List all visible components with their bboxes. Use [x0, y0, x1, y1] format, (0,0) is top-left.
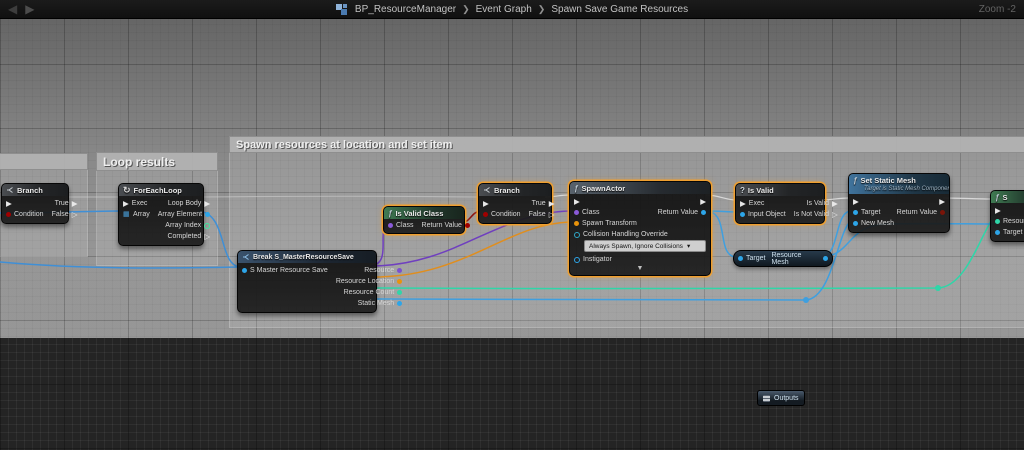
new-mesh-pin[interactable]	[853, 221, 858, 226]
exec-out-pin[interactable]: ▶	[939, 198, 945, 206]
spawn-actor-icon: ƒ	[574, 184, 578, 193]
condition-pin[interactable]	[483, 212, 488, 217]
struct-in-pin[interactable]	[242, 268, 247, 273]
node-is-valid-header: ? Is Valid	[736, 184, 824, 196]
class-pin[interactable]	[388, 223, 393, 228]
node-branch-left[interactable]: Branch ▶ Condition True▶ False▷	[1, 183, 69, 224]
static-mesh-pin[interactable]	[397, 301, 402, 306]
outputs-list-icon	[763, 395, 770, 402]
completed-exec-pin[interactable]: ▷	[204, 233, 210, 241]
collision-override-pin[interactable]	[574, 232, 580, 238]
array-index-pin[interactable]	[204, 223, 210, 229]
class-pin[interactable]	[574, 210, 579, 215]
node-spawn-actor[interactable]: ƒ SpawnActor ▶ ▶ Class Return Value Spaw…	[569, 181, 711, 276]
true-exec-pin[interactable]: ▶	[72, 200, 78, 208]
array-pin[interactable]: ▦	[123, 211, 130, 218]
function-icon: ƒ	[388, 209, 392, 218]
resource-location-pin[interactable]	[397, 279, 402, 284]
node-resource-mesh[interactable]: Target Resource Mesh	[733, 250, 833, 267]
comment-loop-results-title[interactable]: Loop results	[96, 152, 218, 171]
node-is-valid[interactable]: ? Is Valid ▶Exec Input Object Is Valid▶ …	[735, 183, 825, 224]
node-set-static-mesh[interactable]: ƒ Set Static Mesh Target is Static Mesh …	[848, 173, 950, 233]
collision-override-dropdown[interactable]: Always Spawn, Ignore Collisions ▾	[584, 240, 706, 252]
question-icon: ?	[740, 186, 745, 195]
node-spawn-actor-header: ƒ SpawnActor	[570, 182, 710, 194]
zoom-level-indicator: Zoom -2	[979, 0, 1016, 18]
input-object-pin[interactable]	[740, 212, 745, 217]
instigator-pin[interactable]	[574, 257, 580, 263]
target-pin[interactable]	[738, 256, 743, 261]
exec-in-pin[interactable]: ▶	[6, 200, 12, 208]
blueprint-graph-canvas[interactable]: Loop results Spawn resources at location…	[0, 0, 1024, 450]
node-foreachloop[interactable]: ↻ ForEachLoop ▶Exec ▦Array Loop Body▶ Ar…	[118, 183, 204, 246]
resource-count-pin[interactable]	[397, 290, 402, 295]
target-pin[interactable]	[853, 210, 858, 215]
graph-topbar: ◀ ▶ BP_ResourceManager ❯ Event Graph ❯ S…	[0, 0, 1024, 19]
back-arrow-icon[interactable]: ◀	[8, 3, 17, 15]
blueprint-icon	[336, 4, 347, 15]
breadcrumb-root[interactable]: BP_ResourceManager	[355, 4, 456, 15]
comment-left-header[interactable]	[0, 153, 88, 170]
node-branch-mid-header: Branch	[479, 184, 551, 196]
spawn-transform-pin[interactable]	[574, 221, 579, 226]
node-right-partial[interactable]: ƒ S ▶ Resourc Target	[990, 190, 1024, 242]
return-value-pin[interactable]	[940, 210, 945, 215]
exec-in-pin[interactable]: ▶	[853, 198, 859, 206]
false-exec-pin[interactable]: ▷	[72, 211, 78, 219]
exec-in-pin[interactable]: ▶	[483, 200, 489, 208]
node-right-partial-header: ƒ S	[991, 191, 1024, 203]
break-struct-icon	[242, 253, 250, 261]
exec-in-pin[interactable]: ▶	[995, 207, 1001, 215]
node-break-struct[interactable]: Break S_MasterResourceSave S Master Reso…	[237, 250, 377, 313]
chevron-down-icon: ▾	[687, 242, 690, 250]
node-is-valid-class-header: ƒ Is Valid Class	[384, 207, 464, 219]
node-outputs[interactable]: Outputs	[757, 390, 805, 406]
condition-pin[interactable]	[6, 212, 11, 217]
loop-icon: ↻	[123, 185, 131, 196]
is-valid-exec-pin[interactable]: ▶	[832, 200, 838, 208]
breadcrumb-event-graph[interactable]: Event Graph	[476, 4, 532, 15]
is-not-valid-exec-pin[interactable]: ▷	[832, 211, 838, 219]
target-pin[interactable]	[995, 230, 1000, 235]
node-is-valid-class[interactable]: ƒ Is Valid Class Class Return Value	[383, 206, 465, 234]
exec-in-pin[interactable]: ▶	[574, 198, 580, 206]
branch-icon	[6, 186, 14, 194]
loop-body-exec-pin[interactable]: ▶	[204, 200, 210, 208]
exec-in-pin[interactable]: ▶	[123, 200, 129, 208]
breadcrumb-spawn-save[interactable]: Spawn Save Game Resources	[551, 4, 688, 15]
comment-spawn-resources-title[interactable]: Spawn resources at location and set item	[229, 136, 1024, 153]
forward-arrow-icon[interactable]: ▶	[25, 3, 34, 15]
array-element-pin[interactable]	[205, 212, 210, 217]
expand-arrow-icon[interactable]: ▼	[570, 265, 710, 272]
function-icon: ƒ	[995, 193, 999, 202]
resource-pin[interactable]	[397, 268, 402, 273]
branch-icon	[483, 186, 491, 194]
node-branch-left-header: Branch	[2, 184, 68, 196]
true-exec-pin[interactable]: ▶	[549, 200, 555, 208]
node-break-header: Break S_MasterResourceSave	[238, 251, 376, 263]
return-value-pin[interactable]	[465, 223, 470, 228]
resource-mesh-out-pin[interactable]	[823, 256, 828, 261]
exec-out-pin[interactable]: ▶	[700, 198, 706, 206]
breadcrumb-separator-icon: ❯	[538, 4, 546, 15]
breadcrumb: BP_ResourceManager ❯ Event Graph ❯ Spawn…	[336, 4, 688, 15]
return-value-pin[interactable]	[701, 210, 706, 215]
node-branch-mid[interactable]: Branch ▶ Condition True▶ False▷	[478, 183, 552, 224]
node-set-static-mesh-header: ƒ Set Static Mesh Target is Static Mesh …	[849, 174, 949, 194]
function-icon: ƒ	[853, 176, 857, 185]
node-foreachloop-header: ↻ ForEachLoop	[119, 184, 203, 196]
exec-in-pin[interactable]: ▶	[740, 200, 746, 208]
resource-pin[interactable]	[995, 219, 1000, 224]
false-exec-pin[interactable]: ▷	[549, 211, 555, 219]
breadcrumb-separator-icon: ❯	[462, 4, 470, 15]
